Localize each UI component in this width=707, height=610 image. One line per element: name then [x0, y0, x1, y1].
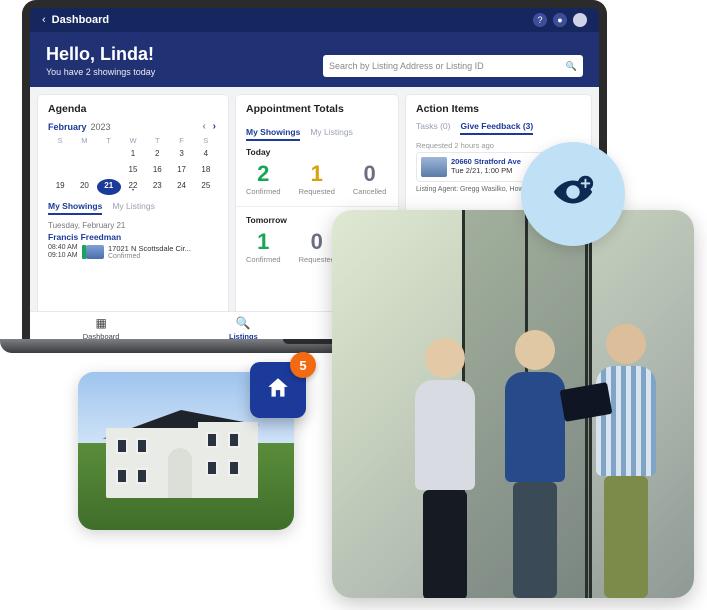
calendar-dow: SMTWTFS [48, 136, 218, 145]
greeting: Hello, Linda! [46, 44, 155, 65]
tab-tasks[interactable]: Tasks (0) [416, 121, 450, 135]
dashboard-icon: ▦ [95, 316, 106, 330]
tab-give-feedback[interactable]: Give Feedback (3) [460, 121, 533, 135]
calendar-year: 2023 [91, 122, 111, 132]
notification-icon[interactable]: ● [553, 13, 567, 27]
calendar-month: February [48, 122, 87, 132]
tomorrow-requested-count: 0 [299, 229, 335, 255]
search-placeholder: Search by Listing Address or Listing ID [329, 61, 484, 71]
search-input[interactable]: Search by Listing Address or Listing ID … [323, 55, 583, 77]
totals-tab-listings[interactable]: My Listings [310, 127, 353, 141]
today-cancelled-count: 0 [353, 161, 386, 187]
calendar-month-row: February 2023 ‹ › [48, 121, 218, 132]
appointment-address: 17021 N Scottsdale Cir... [108, 244, 218, 253]
today-label: Today [246, 147, 388, 157]
search-icon: 🔍 [566, 61, 577, 72]
prev-month-icon[interactable]: ‹ [203, 121, 208, 132]
top-bar: ‹ Dashboard ? ● [30, 8, 599, 32]
house-icon [265, 375, 291, 406]
avatar[interactable] [573, 13, 587, 27]
today-requested-count: 1 [299, 161, 335, 187]
hero: Hello, Linda! You have 2 showings today … [30, 32, 599, 87]
actions-title: Action Items [416, 103, 581, 115]
totals-title: Appointment Totals [246, 103, 388, 115]
totals-tab-showings[interactable]: My Showings [246, 127, 300, 141]
listings-badge[interactable]: 5 [250, 362, 306, 418]
calendar-grid[interactable]: 1234 15161718 19202122232425 [48, 147, 218, 195]
appointment-status: Confirmed [108, 253, 218, 260]
agent-name[interactable]: Francis Freedman [48, 232, 218, 242]
greeting-subtitle: You have 2 showings today [46, 67, 155, 77]
back-icon[interactable]: ‹ [42, 14, 46, 26]
tab-my-listings[interactable]: My Listings [112, 201, 155, 215]
next-month-icon[interactable]: › [213, 121, 218, 132]
action-address: 20660 Stratford Ave [451, 157, 521, 166]
listings-badge-count: 5 [290, 352, 316, 378]
listing-thumbnail [421, 157, 447, 177]
visibility-badge[interactable] [521, 142, 625, 246]
action-datetime: Tue 2/21, 1:00 PM [451, 166, 521, 175]
selected-day-label: Tuesday, February 21 [48, 221, 218, 230]
today-confirmed-count: 2 [246, 161, 281, 187]
screen-title: Dashboard [52, 14, 109, 26]
help-icon[interactable]: ? [533, 13, 547, 27]
calendar-today: 21 [97, 179, 121, 195]
search-icon: 🔍 [236, 316, 251, 330]
agenda-card: Agenda February 2023 ‹ › SMTWTFS 1234 15… [38, 95, 228, 337]
appointment-time: 08:40 AM09:10 AM [48, 244, 82, 260]
people-photo [332, 210, 694, 598]
eye-plus-icon [550, 169, 596, 220]
tomorrow-confirmed-count: 1 [246, 229, 281, 255]
listing-thumbnail [86, 245, 104, 259]
agenda-title: Agenda [48, 103, 218, 115]
tab-my-showings[interactable]: My Showings [48, 201, 102, 215]
appointment-row[interactable]: 08:40 AM09:10 AM 17021 N Scottsdale Cir.… [48, 244, 218, 260]
